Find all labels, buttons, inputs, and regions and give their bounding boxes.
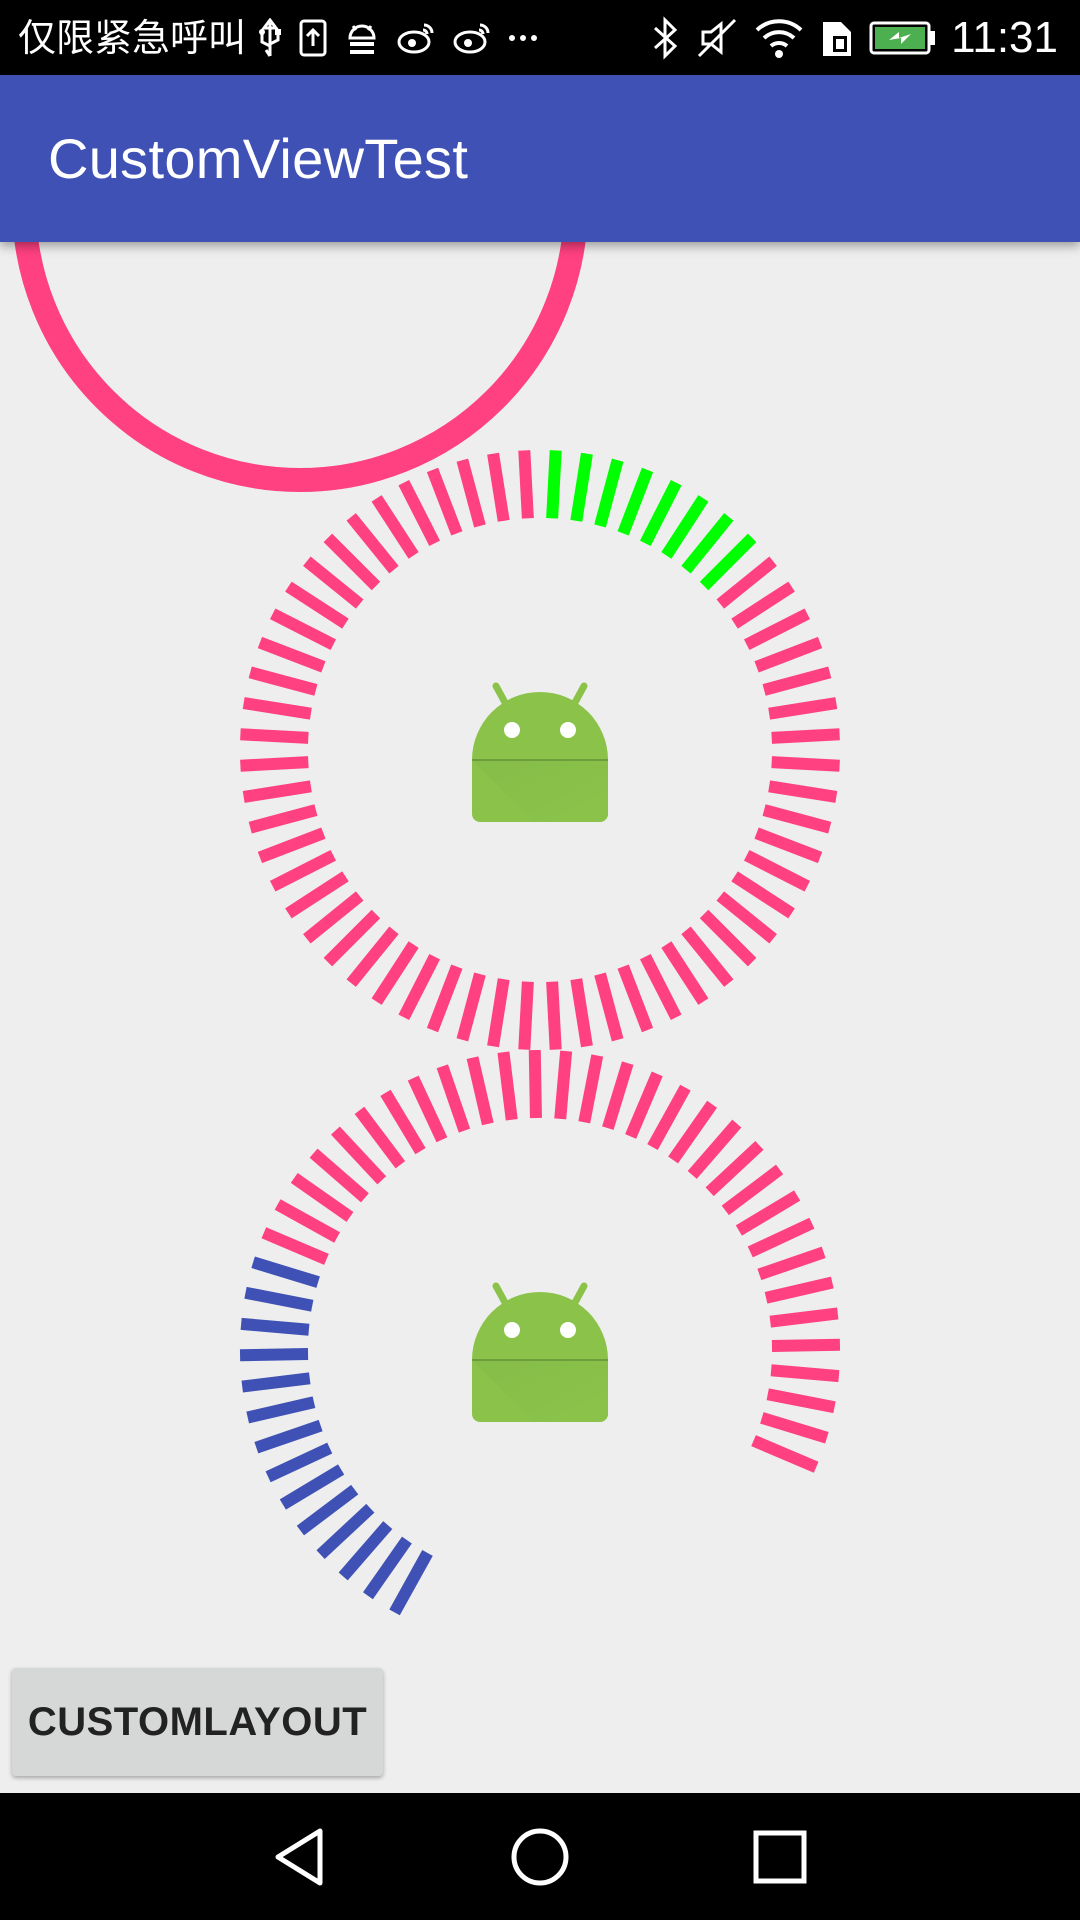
- dial-tick: [639, 479, 682, 547]
- dial-tick: [743, 849, 811, 892]
- dial-tick: [617, 964, 654, 1033]
- top-ring: [14, 242, 586, 492]
- dial-tick: [240, 1317, 310, 1336]
- dial-tick: [246, 1396, 316, 1424]
- back-icon[interactable]: [262, 1819, 338, 1895]
- status-bar: 仅限紧急呼叫 11:31: [0, 0, 1080, 75]
- upload-icon: [299, 19, 327, 57]
- dial-tick: [240, 728, 309, 744]
- dial-tick: [760, 1412, 829, 1444]
- dial-tick: [389, 1550, 433, 1616]
- app-title: CustomViewTest: [48, 127, 469, 190]
- app-bar: CustomViewTest: [0, 75, 1080, 242]
- dial-tick: [254, 1419, 323, 1454]
- dial-tick: [771, 756, 840, 772]
- android-robot-icon: [472, 682, 608, 822]
- android-robot-icon: [472, 1282, 608, 1422]
- dial-tick: [602, 1061, 634, 1130]
- dial-tick: [456, 458, 486, 528]
- dial-tick: [554, 1050, 573, 1120]
- dial-tick: [466, 1056, 494, 1126]
- dial-tick: [241, 1372, 311, 1393]
- dial-tick: [398, 479, 441, 547]
- battery-charging-icon: [869, 21, 936, 54]
- dial-tick: [487, 452, 510, 522]
- dial-tick: [239, 1348, 309, 1362]
- dial-tick: [754, 636, 823, 673]
- dial-tick: [751, 1435, 819, 1473]
- dial-tick: [546, 450, 562, 519]
- dial-tick: [594, 972, 624, 1042]
- dial-tick: [639, 953, 682, 1021]
- dial-tick: [240, 756, 309, 772]
- sim-icon: [823, 21, 852, 56]
- dial-tick: [487, 978, 510, 1048]
- dial-tick: [570, 978, 593, 1048]
- dial-tick: [570, 452, 593, 522]
- dial-tick: [257, 827, 326, 864]
- dial-tick: [764, 1276, 834, 1304]
- custom-views-canvas: [14, 242, 841, 1616]
- dial-tick: [766, 1388, 836, 1414]
- content-area: CUSTOMLAYOUT: [0, 242, 1080, 1793]
- dial-tick: [518, 981, 534, 1050]
- dial-tick: [398, 953, 441, 1021]
- dial-tick: [257, 636, 326, 673]
- dial-tick: [242, 697, 312, 720]
- bluetooth-icon: [654, 15, 678, 60]
- recents-icon[interactable]: [742, 1819, 818, 1895]
- weibo-icon: [453, 23, 490, 54]
- dial-tick: [594, 458, 624, 528]
- dial-tick: [762, 804, 832, 834]
- weibo-icon: [397, 23, 434, 54]
- dial-tick: [762, 666, 832, 696]
- home-icon[interactable]: [502, 1819, 578, 1895]
- dial-tick: [518, 450, 534, 519]
- dial-tick: [617, 467, 654, 536]
- dial-tick: [274, 1199, 340, 1243]
- customlayout-button[interactable]: CUSTOMLAYOUT: [12, 1668, 383, 1776]
- clock: 11:31: [951, 12, 1058, 62]
- notification-icons: [258, 14, 538, 62]
- more-icon: [509, 35, 537, 41]
- dial-tick: [426, 467, 463, 536]
- dial-tick: [248, 804, 318, 834]
- dial-tick: [771, 728, 840, 744]
- dial-tick: [625, 1071, 663, 1139]
- navigation-bar: [0, 1793, 1080, 1920]
- dial-tick: [754, 827, 823, 864]
- dial-tick: [436, 1064, 471, 1133]
- dial-tick: [647, 1084, 691, 1150]
- dial-tick: [768, 780, 838, 803]
- dial-tick: [251, 1256, 320, 1288]
- dial-tick: [269, 608, 337, 651]
- system-status-icons: 11:31: [645, 0, 1080, 75]
- dial-tick: [768, 697, 838, 720]
- dial-tick: [269, 849, 337, 892]
- android-debug-icon: [348, 24, 376, 54]
- mute-icon: [698, 18, 737, 57]
- wifi-icon: [755, 18, 803, 58]
- dial-tick: [242, 780, 312, 803]
- dial-tick: [769, 1307, 839, 1328]
- dial-tick: [456, 972, 486, 1042]
- dial-tick: [244, 1286, 314, 1312]
- dial-tick: [771, 1338, 841, 1352]
- dial-tick: [261, 1227, 329, 1265]
- dial-tick: [407, 1075, 448, 1143]
- dial-tick: [528, 1049, 542, 1119]
- dial-tick: [426, 964, 463, 1033]
- dial-tick: [743, 608, 811, 651]
- carrier-text: 仅限紧急呼叫: [18, 16, 247, 60]
- usb-icon: [259, 18, 281, 57]
- dial-tick: [265, 1442, 333, 1483]
- dial-tick: [770, 1364, 840, 1383]
- dial-tick: [578, 1054, 604, 1124]
- dial-tick: [757, 1246, 826, 1281]
- dial-tick: [248, 666, 318, 696]
- dial-tick: [497, 1051, 518, 1121]
- dial-tick: [747, 1217, 815, 1258]
- dial-tick: [546, 981, 562, 1050]
